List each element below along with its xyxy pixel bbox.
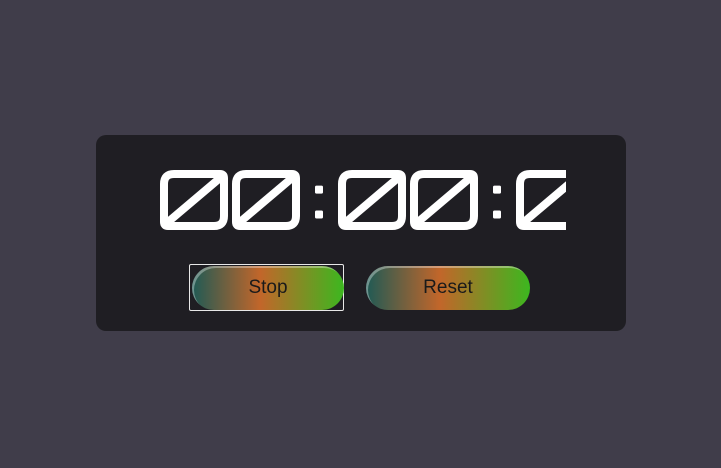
timer-digit-0 bbox=[160, 170, 228, 230]
colon-dot bbox=[315, 210, 323, 219]
timer-digit-2 bbox=[338, 170, 406, 230]
stopwatch-card: 00:00:03 Stop Reset bbox=[96, 135, 626, 331]
timer-digit-1 bbox=[232, 170, 300, 230]
colon-dot bbox=[315, 185, 323, 194]
timer-digits bbox=[160, 170, 566, 230]
stop-button[interactable]: Stop bbox=[192, 266, 344, 310]
colon-dot bbox=[493, 185, 501, 194]
timer-display: 00:00:03 bbox=[96, 155, 626, 245]
colon-dot bbox=[493, 210, 501, 219]
timer-digit-3 bbox=[410, 170, 478, 230]
reset-button[interactable]: Reset bbox=[366, 266, 530, 310]
timer-digit-4 bbox=[516, 170, 566, 230]
